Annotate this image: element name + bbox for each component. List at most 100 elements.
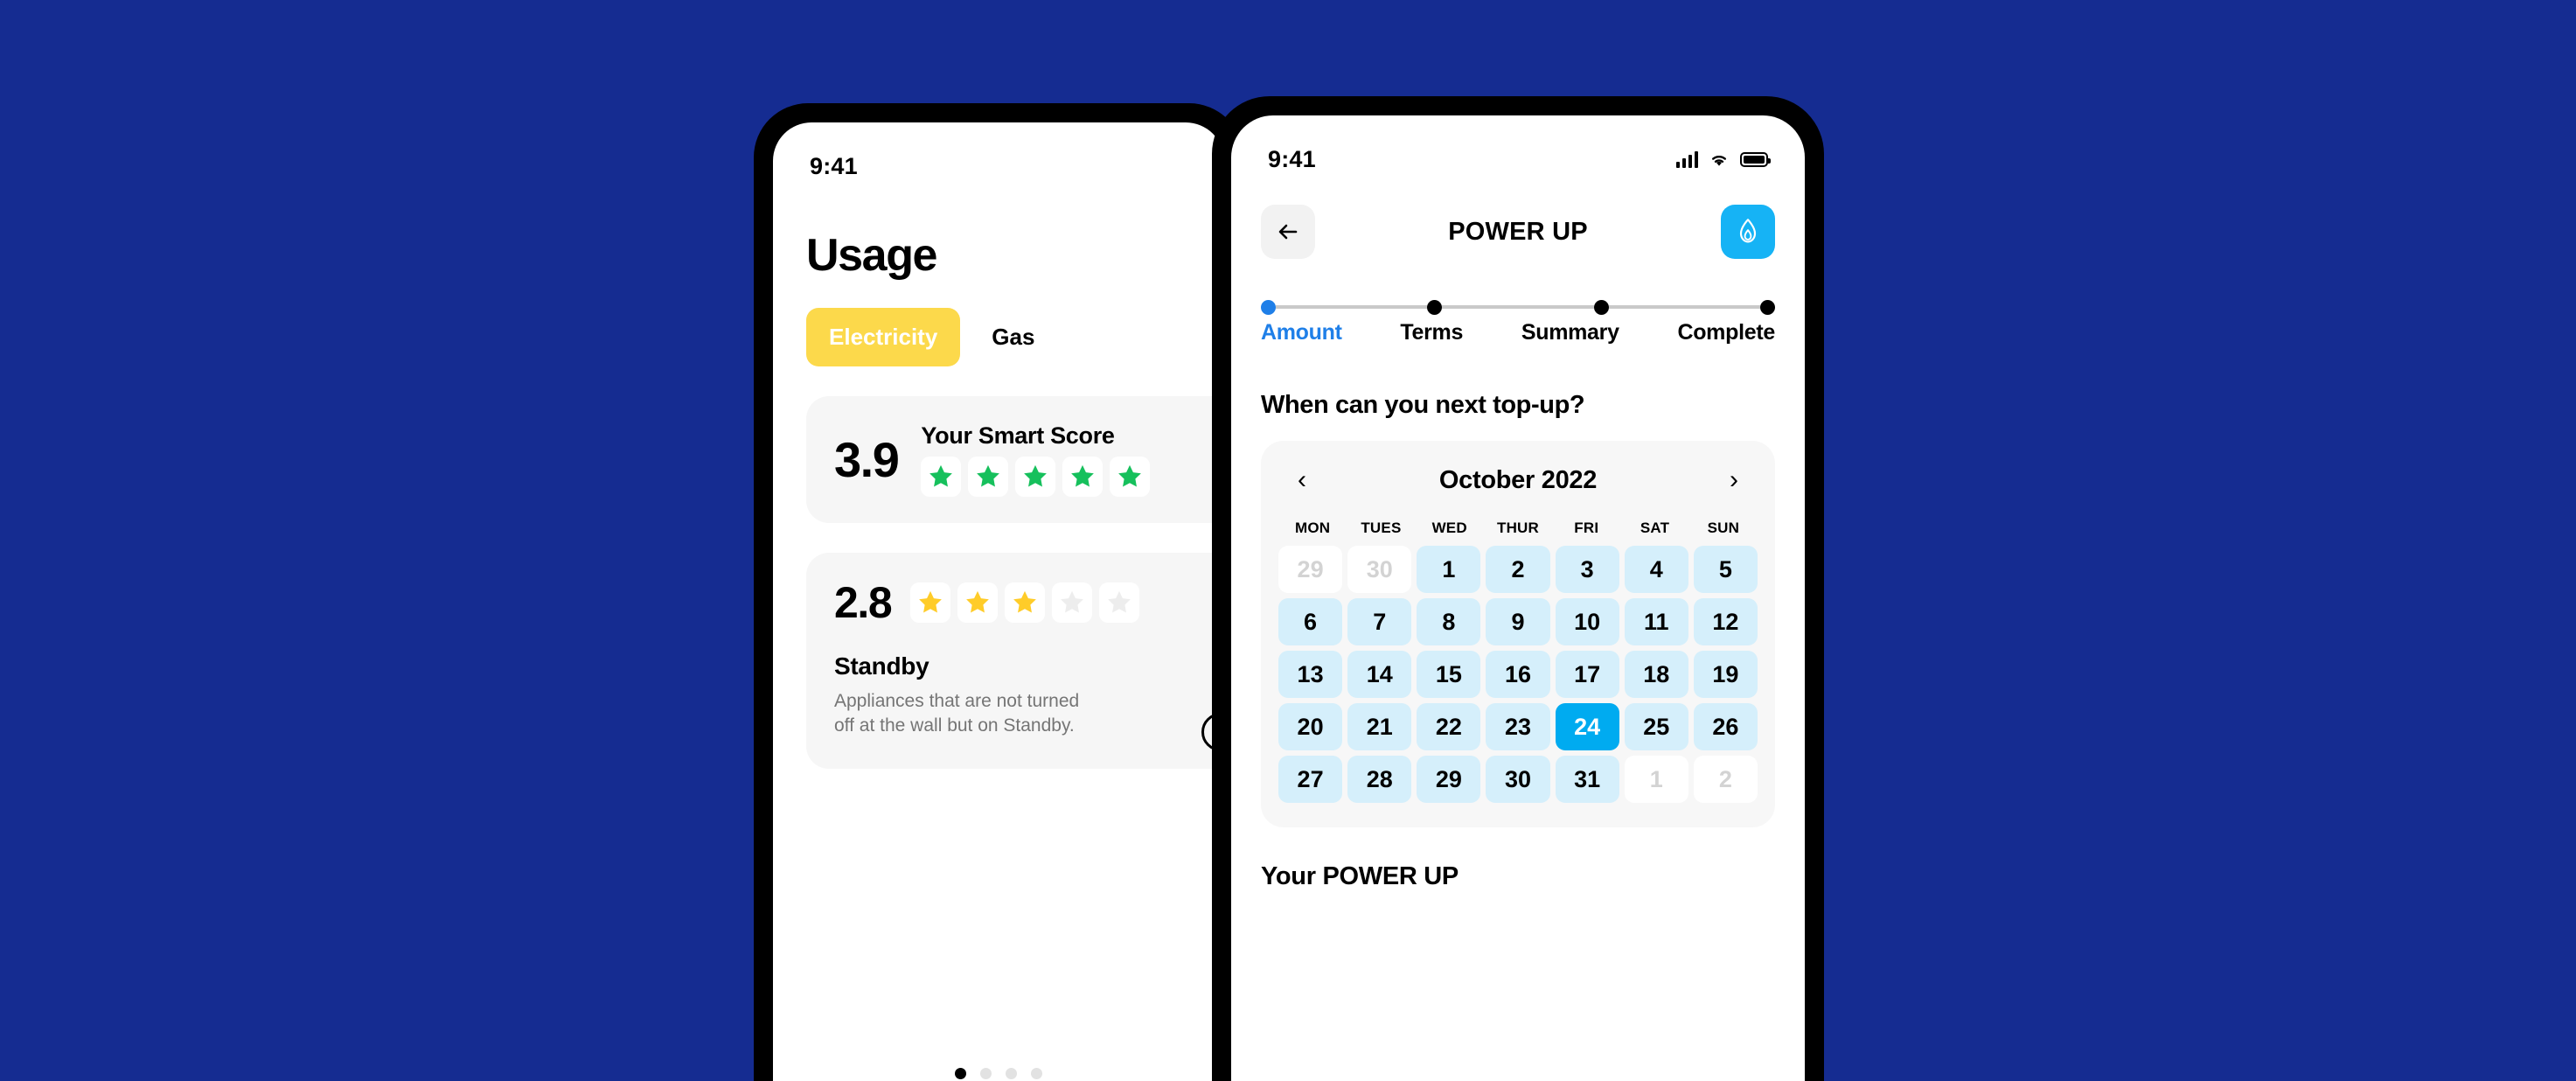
back-button[interactable] [1261,205,1315,259]
chevron-left-icon[interactable]: ‹ [1291,464,1313,497]
step-label-amount[interactable]: Amount [1261,320,1342,345]
star-outline-icon [1061,590,1084,613]
phone-left-device: 9:41 Usage Electricity Gas 3.9 Your Smar… [754,103,1243,1081]
phone-left-screen: 9:41 Usage Electricity Gas 3.9 Your Smar… [773,122,1224,1081]
calendar-day-14[interactable]: 14 [1347,651,1412,698]
calendar-day-23[interactable]: 23 [1486,703,1550,750]
calendar-day-2-outside: 2 [1693,756,1758,803]
star-icon [1071,464,1095,487]
step-dot-terms[interactable] [1427,299,1443,315]
star-icon-box [1110,457,1151,497]
calendar-day-1[interactable]: 1 [1417,546,1481,593]
your-powerup-heading: Your POWER UP [1261,862,1459,890]
calendar-day-5[interactable]: 5 [1693,546,1758,593]
right-screen-content: POWER UP Amount Terms Summary Complete W… [1231,180,1805,1081]
usage-tab-group: Electricity Gas [806,308,1224,366]
app-title: POWER UP [1448,217,1588,246]
page-dot-1[interactable] [955,1068,966,1079]
calendar-day-2[interactable]: 2 [1486,546,1550,593]
calendar-day-4[interactable]: 4 [1624,546,1688,593]
stepper-labels: Amount Terms Summary Complete [1261,320,1775,345]
calendar-day-19[interactable]: 19 [1693,651,1758,698]
star-icon-box [1062,457,1104,497]
battery-icon [1740,151,1771,167]
calendar-day-12[interactable]: 12 [1693,598,1758,645]
calendar-day-3[interactable]: 3 [1555,546,1619,593]
flame-icon [1739,219,1757,243]
step-dot-summary[interactable] [1593,299,1609,315]
page-title: Usage [806,230,937,281]
smart-score-card[interactable]: 3.9 Your Smart Score [806,396,1224,523]
cellular-signal-icon [1676,150,1698,168]
calendar-day-22[interactable]: 22 [1417,703,1481,750]
star-icon-box [910,582,951,623]
calendar-day-17[interactable]: 17 [1555,651,1619,698]
stepper-segment [1276,305,1428,309]
page-dot-3[interactable] [1006,1068,1017,1079]
calendar-day-13[interactable]: 13 [1278,651,1343,698]
right-status-time: 9:41 [1268,145,1316,172]
smart-score-stars [921,457,1151,497]
carousel-pagination[interactable] [773,1068,1224,1079]
page-dot-4[interactable] [1031,1068,1042,1079]
standby-description: Appliances that are not turned off at th… [834,691,1080,736]
step-label-complete[interactable]: Complete [1677,320,1775,345]
calendar-month-label: October 2022 [1438,465,1598,494]
star-icon [919,590,943,613]
wifi-icon [1712,155,1726,166]
calendar-day-29[interactable]: 29 [1417,756,1481,803]
stepper-segment [1608,305,1760,309]
left-screen-content: Usage Electricity Gas 3.9 Your Smart Sco… [773,187,1224,1081]
arrow-left-icon [1278,224,1298,240]
calendar-day-26[interactable]: 26 [1693,703,1758,750]
calendar-day-30[interactable]: 30 [1486,756,1550,803]
left-statusbar: 9:41 [773,122,1224,187]
calendar-day-18[interactable]: 18 [1624,651,1688,698]
page-dot-2[interactable] [980,1068,992,1079]
standby-title: Standby [834,652,929,680]
calendar-day-10[interactable]: 10 [1555,598,1619,645]
calendar-day-9[interactable]: 9 [1486,598,1550,645]
calendar-day-7[interactable]: 7 [1347,598,1412,645]
step-label-terms[interactable]: Terms [1400,320,1463,345]
tab-electricity[interactable]: Electricity [806,308,961,366]
step-dot-amount[interactable] [1261,299,1276,315]
weekday-sat: SAT [1640,520,1670,536]
calendar-day-8[interactable]: 8 [1417,598,1481,645]
right-statusbar: 9:41 [1231,115,1805,180]
calendar-day-16[interactable]: 16 [1486,651,1550,698]
calendar-day-27[interactable]: 27 [1278,756,1343,803]
right-status-icons [1676,150,1771,168]
tab-gas[interactable]: Gas [969,308,1057,366]
weekday-wed: WED [1431,520,1467,536]
star-icon [1118,464,1142,487]
calendar-day-25[interactable]: 25 [1624,703,1688,750]
star-icon-box [957,582,999,623]
calendar-day-15[interactable]: 15 [1417,651,1481,698]
star-icon-box-empty [1052,582,1093,623]
step-label-summary[interactable]: Summary [1521,320,1619,345]
weekday-thur: THUR [1496,520,1539,536]
phone-right-device: 9:41 POWER UP Amount Terms Summary Compl… [1212,96,1824,1081]
calendar-day-11[interactable]: 11 [1624,598,1688,645]
calendar-day-29-outside: 29 [1278,546,1343,593]
calendar-day-20[interactable]: 20 [1278,703,1343,750]
star-icon [977,464,1000,487]
smart-score-right: Your Smart Score [921,422,1151,497]
calendar-day-grid: 29 30 1 2 3 4 5 6 7 8 9 10 11 12 13 14 15 16 17 18 19 20 21 22 2… [1278,546,1758,803]
star-icon-box [968,457,1009,497]
star-icon [966,590,990,613]
calendar-day-31[interactable]: 31 [1555,756,1619,803]
calendar-day-30-outside: 30 [1347,546,1412,593]
star-icon-box-empty [1099,582,1140,623]
calendar-day-28[interactable]: 28 [1347,756,1412,803]
chevron-right-icon[interactable]: › [1723,464,1745,497]
calendar-day-6[interactable]: 6 [1278,598,1343,645]
standby-score-row: 2.8 [834,577,1224,628]
step-dot-complete[interactable] [1759,299,1775,315]
flame-button[interactable] [1721,205,1775,259]
calendar-day-24[interactable]: 24 [1555,703,1619,750]
standby-card[interactable]: 2.8 Standby Appliances that are not turn… [806,553,1224,769]
calendar-day-21[interactable]: 21 [1347,703,1412,750]
smart-score-label: Your Smart Score [921,422,1115,449]
